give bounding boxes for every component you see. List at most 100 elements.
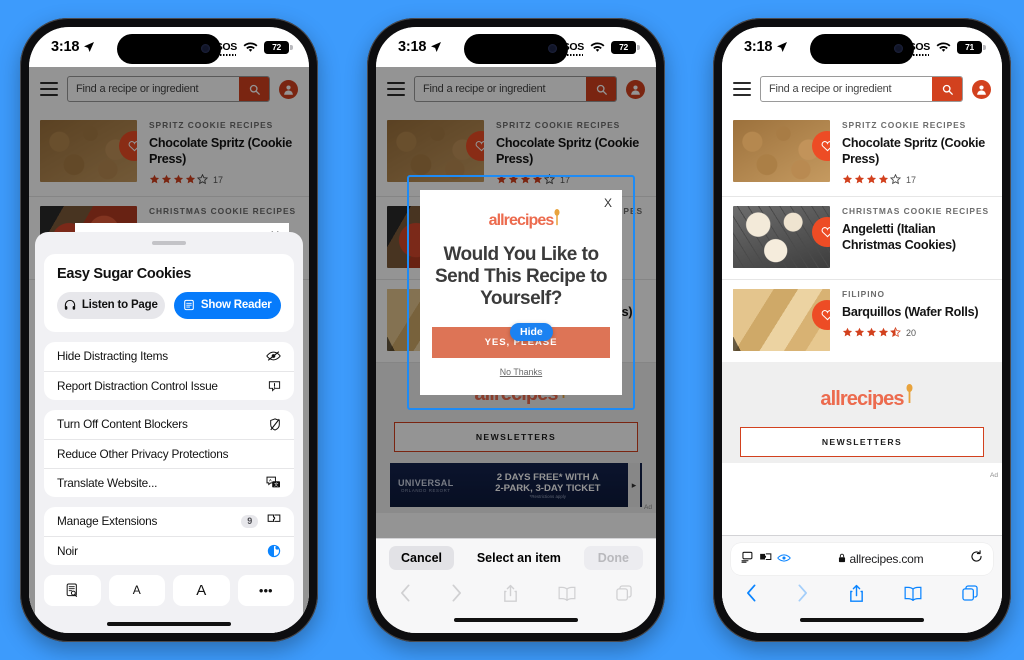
battery-indicator: 71: [957, 40, 986, 54]
reload-icon[interactable]: [970, 549, 983, 568]
recipe-info: FILIPINO Barquillos (Wafer Rolls) 20: [842, 289, 991, 338]
home-indicator: [454, 617, 578, 622]
battery-percent: 72: [619, 42, 628, 52]
menu-item-noir[interactable]: Noir: [44, 535, 294, 565]
dynamic-island: [464, 34, 568, 64]
phone-2: 3:18 SOS 72 Find a recipe or ingredient …: [367, 18, 665, 642]
home-indicator: [107, 621, 231, 626]
status-left: 3:18: [744, 39, 788, 55]
page-title: Easy Sugar Cookies: [57, 265, 192, 282]
show-reader-button[interactable]: Show Reader: [173, 291, 281, 319]
allrecipes-modal[interactable]: X allrecipes Would You Like to Send This…: [420, 190, 622, 395]
more-options-icon[interactable]: •••: [237, 574, 294, 606]
cancel-button[interactable]: Cancel: [389, 545, 454, 570]
wifi-icon: [936, 41, 951, 53]
modal-headline: Would You Like to Send This Recipe to Yo…: [434, 244, 608, 310]
rating-count: 20: [906, 327, 917, 338]
share-icon[interactable]: [849, 584, 864, 608]
noir-icon: [267, 544, 281, 558]
forward-chevron-icon[interactable]: [797, 584, 808, 607]
modal-logo-text: allrecipes: [488, 212, 555, 229]
search-placeholder: Find a recipe or ingredient: [769, 83, 892, 95]
text-size-decrease-button[interactable]: A: [108, 574, 165, 606]
distraction-group: Hide Distracting Items Report Distractio…: [44, 341, 294, 400]
footer-logo-text: allrecipes: [820, 388, 904, 411]
recipe-card[interactable]: FILIPINO Barquillos (Wafer Rolls) 20: [722, 280, 1002, 363]
phone-1: 3:18 SOS 72 Find a recipe or ingredient …: [20, 18, 318, 642]
back-chevron-icon[interactable]: [400, 584, 411, 607]
phone-3-screen: 3:18 SOS 71 Find a recipe or ingredient …: [722, 27, 1002, 633]
menu-item-report-distraction-issue[interactable]: Report Distraction Control Issue: [44, 370, 294, 400]
listen-to-page-button[interactable]: Listen to Page: [57, 291, 165, 319]
recipe-info: SPRITZ COOKIE RECIPES Chocolate Spritz (…: [842, 120, 991, 185]
bookmarks-icon[interactable]: [558, 586, 576, 606]
phone-1-screen: 3:18 SOS 72 Find a recipe or ingredient …: [29, 27, 309, 633]
battery-percent: 72: [272, 42, 281, 52]
hide-popover-button[interactable]: Hide: [510, 323, 553, 341]
menu-item-turn-off-content-blockers[interactable]: Turn Off Content Blockers: [44, 410, 294, 439]
recipe-title: Chocolate Spritz (Cookie Press): [842, 136, 986, 167]
text-size-increase-button[interactable]: A: [173, 574, 230, 606]
newsletters-button[interactable]: NEWSLETTERS: [740, 427, 984, 458]
star-rating: [842, 327, 901, 338]
status-left: 3:18: [398, 39, 442, 55]
recipe-thumbnail: [733, 289, 830, 352]
reader-icon: [184, 299, 194, 311]
modal-no-thanks-link[interactable]: No Thanks: [420, 367, 622, 377]
menu-item-translate-website[interactable]: Translate Website... A文: [44, 467, 294, 497]
home-indicator: [800, 617, 924, 622]
rating-count: 17: [906, 174, 917, 185]
sheet-grabber[interactable]: [152, 240, 186, 245]
star-rating: [842, 174, 901, 185]
address-bar-url[interactable]: allrecipes.com: [850, 552, 924, 566]
browser-toolbar: allrecipes.com: [722, 534, 1002, 633]
recipe-rating: 20: [842, 327, 991, 338]
menu-item-label: Turn Off Content Blockers: [57, 417, 188, 431]
menu-item-reduce-privacy-protections[interactable]: Reduce Other Privacy Protections: [44, 438, 294, 468]
tabs-icon[interactable]: [616, 585, 632, 606]
back-chevron-icon[interactable]: [746, 584, 757, 607]
address-bar[interactable]: allrecipes.com: [731, 542, 993, 575]
menu-item-manage-extensions[interactable]: Manage Extensions 9: [44, 507, 294, 536]
page-settings-icon[interactable]: [741, 550, 754, 568]
done-button[interactable]: Done: [583, 545, 643, 570]
site-header: Find a recipe or ingredient: [722, 67, 1002, 111]
modal-close-button[interactable]: X: [604, 196, 612, 210]
noir-eye-icon[interactable]: [777, 550, 791, 568]
accessory-title: Select an item: [476, 550, 561, 565]
menu-item-hide-distracting-items[interactable]: Hide Distracting Items: [44, 342, 294, 371]
extension-icon[interactable]: [759, 550, 772, 568]
privacy-group: Turn Off Content Blockers Reduce Other P…: [44, 409, 294, 497]
browser-tab-bar: [376, 575, 656, 610]
browser-tab-bar: [722, 575, 1002, 610]
recipe-card[interactable]: SPRITZ COOKIE RECIPES Chocolate Spritz (…: [722, 111, 1002, 198]
forward-chevron-icon[interactable]: [451, 584, 462, 607]
recipe-category: SPRITZ COOKIE RECIPES: [842, 120, 967, 130]
hamburger-menu-icon[interactable]: [733, 82, 751, 96]
bookmarks-icon[interactable]: [904, 586, 922, 606]
find-on-page-icon[interactable]: [44, 574, 101, 606]
search-icon[interactable]: [932, 77, 962, 101]
browser-toolbar: Cancel Select an item Done: [376, 537, 656, 633]
location-arrow-icon: [776, 41, 788, 53]
extensions-group: Manage Extensions 9 Noir: [44, 506, 294, 565]
show-reader-label: Show Reader: [200, 299, 272, 311]
share-icon[interactable]: [503, 584, 518, 608]
reader-card: Easy Sugar Cookies Listen to Page Show R…: [44, 253, 294, 332]
svg-text:A: A: [269, 477, 272, 482]
tabs-icon[interactable]: [962, 585, 978, 606]
status-right: SOS 72: [216, 40, 293, 56]
menu-item-label: Noir: [57, 543, 78, 558]
ad-label: Ad: [990, 472, 998, 480]
wifi-icon: [590, 41, 605, 53]
search-input[interactable]: Find a recipe or ingredient: [760, 76, 963, 102]
menu-item-label: Hide Distracting Items: [57, 349, 168, 363]
phone-3: 3:18 SOS 71 Find a recipe or ingredient …: [713, 18, 1011, 642]
phone-2-screen: 3:18 SOS 72 Find a recipe or ingredient …: [376, 27, 656, 633]
spoon-icon: [906, 384, 913, 404]
account-avatar-icon[interactable]: [972, 79, 991, 99]
recipe-thumbnail: [733, 120, 830, 182]
translate-icon: A文: [266, 476, 281, 489]
recipe-card[interactable]: CHRISTMAS COOKIE RECIPES Angeletti (Ital…: [722, 197, 1002, 281]
recipe-category: FILIPINO: [842, 289, 885, 300]
